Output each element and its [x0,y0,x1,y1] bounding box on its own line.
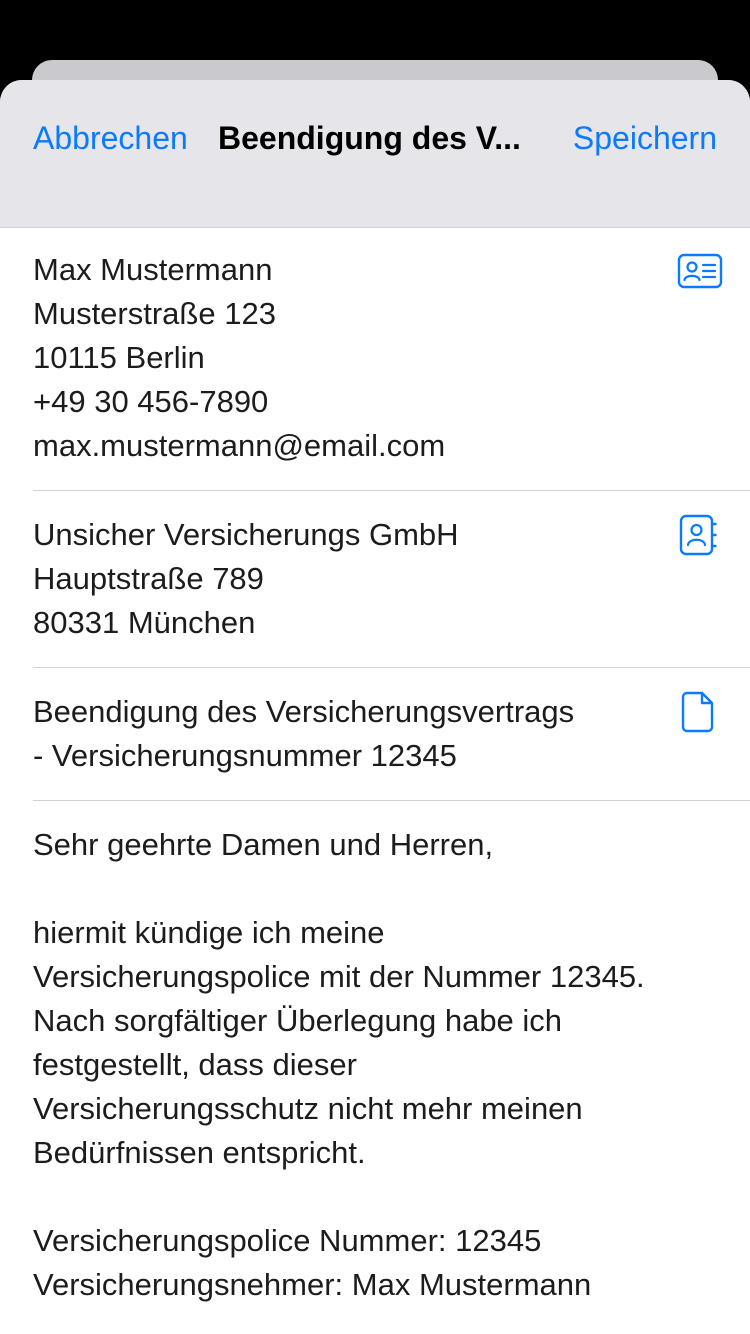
sender-street: Musterstraße 123 [33,296,276,331]
save-button[interactable]: Speichern [573,118,717,158]
navigation-bar: Abbrechen Beendigung des V... Speichern [0,80,750,228]
modal-sheet: Abbrechen Beendigung des V... Speichern … [0,80,750,1334]
subject-line-1: Beendigung des Versicherungsvertrags [33,694,575,729]
document-icon[interactable] [674,688,722,736]
sender-city: 10115 Berlin [33,340,205,375]
body-text-line: Versicherungsschutz nicht mehr meinen [33,1091,583,1126]
body-text-line: Versicherungspolice mit der Nummer 12345… [33,959,645,994]
page-title: Beendigung des V... [218,120,521,156]
recipient-section[interactable]: Unsicher Versicherungs GmbH Hauptstraße … [33,491,750,668]
recipient-street: Hauptstraße 789 [33,561,264,596]
body-text-line: Nach sorgfältiger Überlegung habe ich [33,1003,563,1038]
cancel-button[interactable]: Abbrechen [33,118,188,158]
body-text-line: festgestellt, dass dieser [33,1047,357,1082]
policy-holder-line: Versicherungsnehmer: Max Mustermann [33,1267,592,1302]
body-text-line: Bedürfnissen entspricht. [33,1135,366,1170]
subject-line-2: - Versicherungsnummer 12345 [33,738,457,773]
subject-section[interactable]: Beendigung des Versicherungsvertrags - V… [33,668,750,801]
contact-card-icon[interactable] [676,247,724,295]
sender-name: Max Mustermann [33,252,273,287]
recipient-company: Unsicher Versicherungs GmbH [33,517,459,552]
body-text-line: hiermit kündige ich meine [33,915,385,950]
sender-section[interactable]: Max Mustermann Musterstraße 123 10115 Be… [33,228,750,491]
sender-email: max.mustermann@email.com [33,428,446,463]
policy-number-line: Versicherungspolice Nummer: 12345 [33,1223,542,1258]
recipient-city: 80331 München [33,605,256,640]
sender-phone: +49 30 456-7890 [33,384,269,419]
letter-body[interactable]: Sehr geehrte Damen und Herren, hiermit k… [33,801,750,1307]
address-book-icon[interactable] [674,511,722,559]
greeting-text: Sehr geehrte Damen und Herren, [33,827,494,862]
